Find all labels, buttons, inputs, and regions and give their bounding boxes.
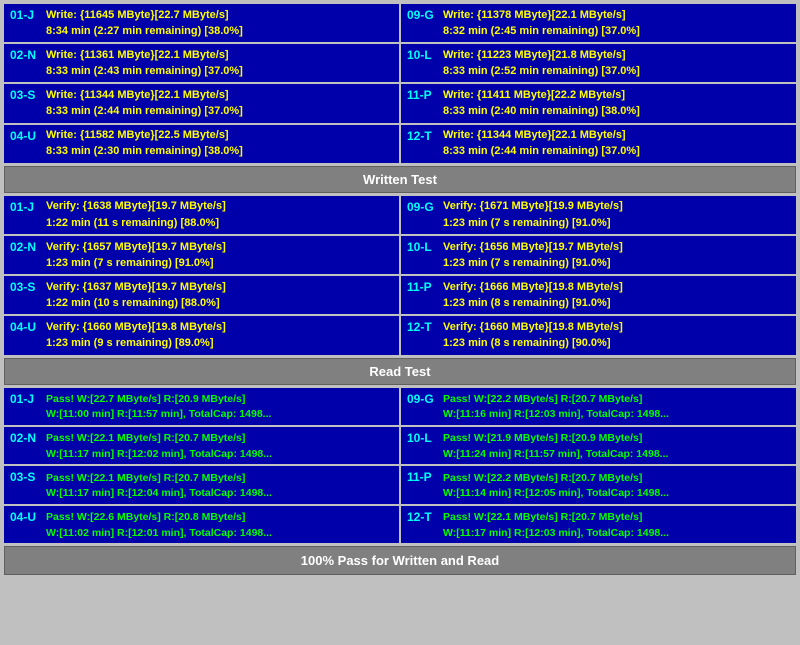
write-cell-03-s: 03-S Write: {11344 MByte}[22.1 MByte/s] … <box>4 84 399 122</box>
read-cell-10-l: 10-L Pass! W:[21.9 MByte/s] R:[20.9 MByt… <box>401 427 796 464</box>
main-container: 01-J Write: {11645 MByte}[22.7 MByte/s] … <box>0 0 800 579</box>
verify-cell-10-l: 10-L Verify: {1656 MByte}[19.7 MByte/s] … <box>401 236 796 274</box>
read-cell-01-j: 01-J Pass! W:[22.7 MByte/s] R:[20.9 MByt… <box>4 388 399 425</box>
verify-section: 01-J Verify: {1638 MByte}[19.7 MByte/s] … <box>4 196 796 355</box>
write-cell-04-u: 04-U Write: {11582 MByte}[22.5 MByte/s] … <box>4 125 399 163</box>
verify-grid: 01-J Verify: {1638 MByte}[19.7 MByte/s] … <box>4 196 796 355</box>
read-section: 01-J Pass! W:[22.7 MByte/s] R:[20.9 MByt… <box>4 388 796 544</box>
verify-cell-12-t: 12-T Verify: {1660 MByte}[19.8 MByte/s] … <box>401 316 796 354</box>
read-cell-03-s: 03-S Pass! W:[22.1 MByte/s] R:[20.7 MByt… <box>4 466 399 503</box>
read-grid: 01-J Pass! W:[22.7 MByte/s] R:[20.9 MByt… <box>4 388 796 544</box>
write-cell-09-g: 09-G Write: {11378 MByte}[22.1 MByte/s] … <box>401 4 796 42</box>
write-grid: 01-J Write: {11645 MByte}[22.7 MByte/s] … <box>4 4 796 163</box>
footer-status: 100% Pass for Written and Read <box>4 546 796 575</box>
verify-cell-01-j: 01-J Verify: {1638 MByte}[19.7 MByte/s] … <box>4 196 399 234</box>
written-test-header: Written Test <box>4 166 796 193</box>
read-cell-12-t: 12-T Pass! W:[22.1 MByte/s] R:[20.7 MByt… <box>401 506 796 543</box>
verify-cell-04-u: 04-U Verify: {1660 MByte}[19.8 MByte/s] … <box>4 316 399 354</box>
write-cell-01-j: 01-J Write: {11645 MByte}[22.7 MByte/s] … <box>4 4 399 42</box>
verify-cell-11-p: 11-P Verify: {1666 MByte}[19.8 MByte/s] … <box>401 276 796 314</box>
write-cell-02-n: 02-N Write: {11361 MByte}[22.1 MByte/s] … <box>4 44 399 82</box>
verify-cell-09-g: 09-G Verify: {1671 MByte}[19.9 MByte/s] … <box>401 196 796 234</box>
write-section: 01-J Write: {11645 MByte}[22.7 MByte/s] … <box>4 4 796 163</box>
read-cell-09-g: 09-G Pass! W:[22.2 MByte/s] R:[20.7 MByt… <box>401 388 796 425</box>
read-cell-11-p: 11-P Pass! W:[22.2 MByte/s] R:[20.7 MByt… <box>401 466 796 503</box>
write-cell-10-l: 10-L Write: {11223 MByte}[21.8 MByte/s] … <box>401 44 796 82</box>
read-test-header: Read Test <box>4 358 796 385</box>
write-cell-11-p: 11-P Write: {11411 MByte}[22.2 MByte/s] … <box>401 84 796 122</box>
verify-cell-02-n: 02-N Verify: {1657 MByte}[19.7 MByte/s] … <box>4 236 399 274</box>
read-cell-04-u: 04-U Pass! W:[22.6 MByte/s] R:[20.8 MByt… <box>4 506 399 543</box>
read-cell-02-n: 02-N Pass! W:[22.1 MByte/s] R:[20.7 MByt… <box>4 427 399 464</box>
write-cell-12-t: 12-T Write: {11344 MByte}[22.1 MByte/s] … <box>401 125 796 163</box>
verify-cell-03-s: 03-S Verify: {1637 MByte}[19.7 MByte/s] … <box>4 276 399 314</box>
